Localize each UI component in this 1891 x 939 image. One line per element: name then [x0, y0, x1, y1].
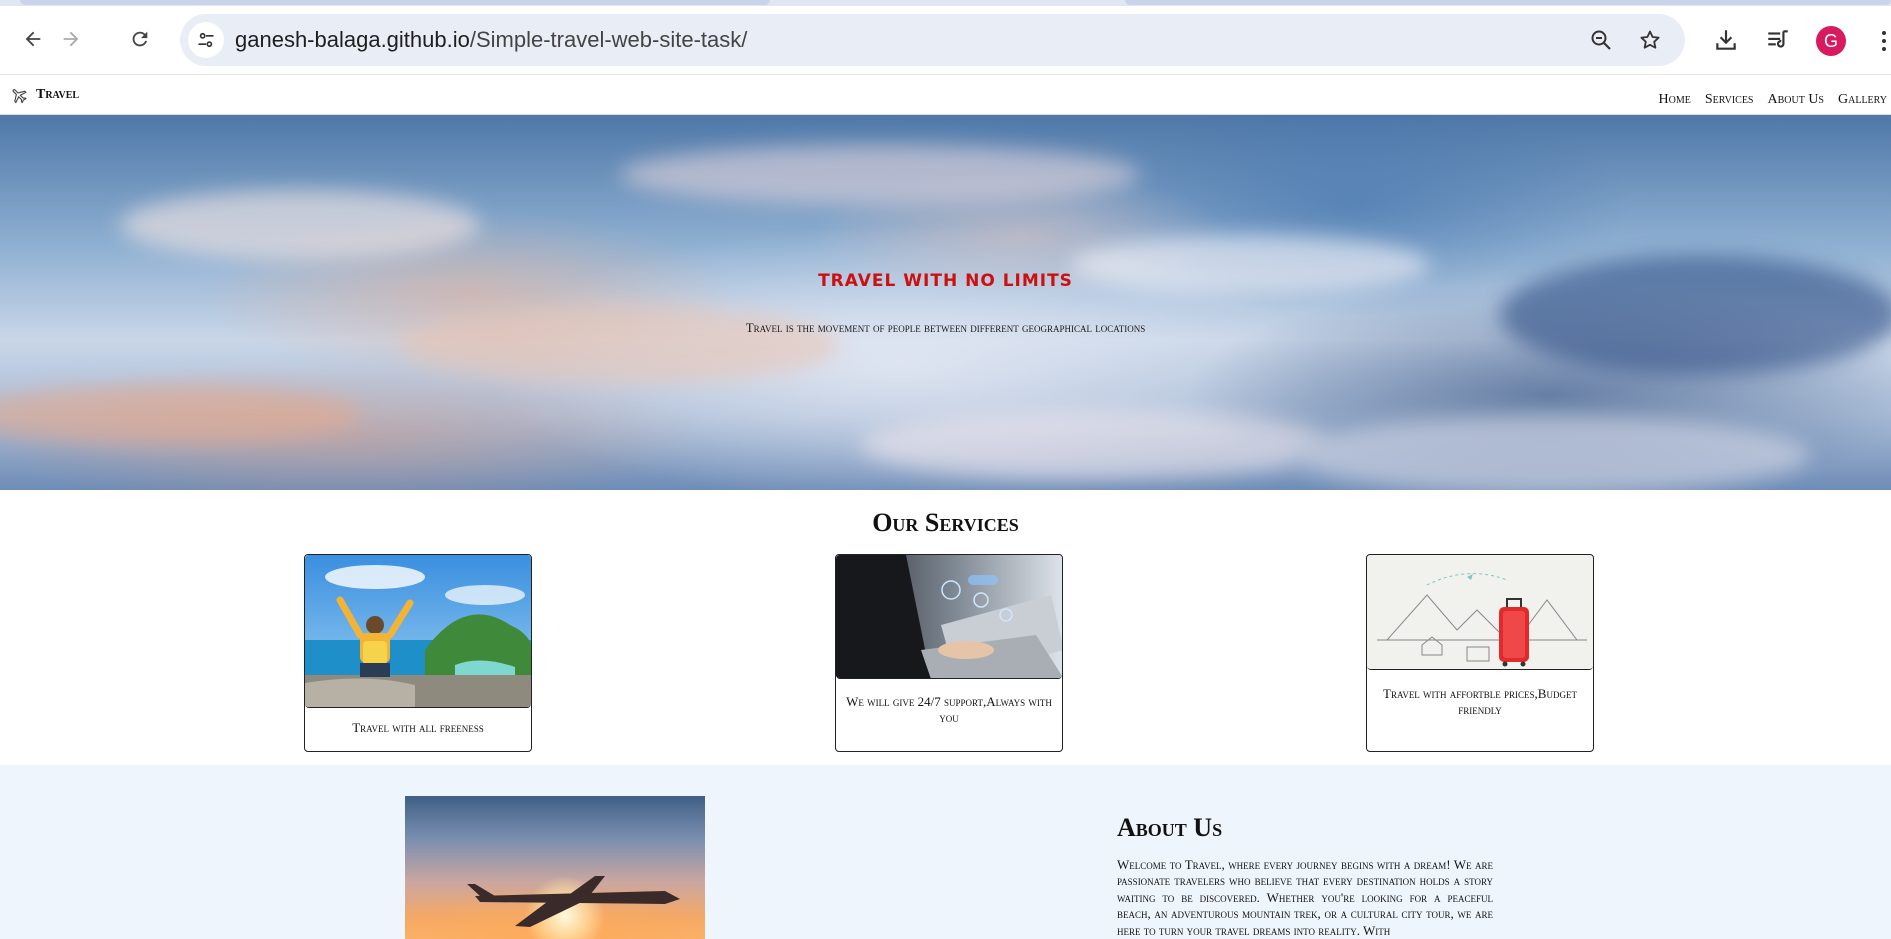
zoom-out-icon: [1591, 30, 1611, 50]
arrow-left-icon: [25, 31, 41, 47]
service-card-text: Travel with all freeness: [352, 720, 484, 735]
service-card-text: Travel with affortble prices,Budget frie…: [1383, 686, 1577, 717]
airplane-sunset-image: [405, 796, 705, 939]
service-card: Travel with all freeness: [304, 554, 532, 752]
url-text[interactable]: ganesh-balaga.github.io/Simple-travel-we…: [235, 27, 747, 53]
zoom-button[interactable]: [1587, 26, 1615, 54]
downloads-button[interactable]: [1711, 25, 1741, 55]
about-title: About Us: [1117, 813, 1223, 842]
nav-link-services[interactable]: Services: [1705, 92, 1754, 108]
browser-tab[interactable]: [1125, 0, 1891, 5]
media-control-button[interactable]: [1763, 25, 1793, 55]
about-section: About Us Welcome to Travel, where every …: [0, 765, 1891, 939]
nav-link-about-us[interactable]: About Us: [1767, 92, 1824, 108]
browser-toolbar: ganesh-balaga.github.io/Simple-travel-we…: [0, 6, 1891, 75]
suitcase-sketch-image: [1367, 555, 1593, 670]
site-navbar: Travel Home Services About Us Gallery: [0, 76, 1891, 115]
download-icon: [1716, 30, 1736, 50]
airplane-icon: [12, 89, 27, 104]
url-domain: ganesh-balaga.github.io: [235, 27, 470, 52]
site-info-button[interactable]: [188, 22, 224, 58]
nav-link-gallery[interactable]: Gallery: [1838, 92, 1887, 108]
brand-name: Travel: [36, 87, 80, 102]
about-text: Welcome to Travel, where every journey b…: [1117, 857, 1493, 938]
services-section: Our Services Travel with all freeness We…: [0, 490, 1891, 765]
hero-title: Travel with no limits: [818, 271, 1073, 291]
tune-icon: [198, 32, 214, 48]
back-button[interactable]: [17, 23, 49, 55]
service-card: Travel with affortble prices,Budget frie…: [1366, 554, 1594, 752]
laptop-support-image: [836, 555, 1062, 679]
services-title: Our Services: [872, 508, 1019, 537]
profile-avatar[interactable]: G: [1816, 26, 1846, 56]
forward-button[interactable]: [55, 23, 87, 55]
reload-icon: [132, 31, 148, 47]
address-bar[interactable]: ganesh-balaga.github.io/Simple-travel-we…: [180, 14, 1685, 66]
sky-clouds-image: [0, 145, 1891, 490]
bookmark-button[interactable]: [1636, 26, 1664, 54]
arrow-right-icon: [63, 31, 79, 47]
url-path: /Simple-travel-web-site-task/: [469, 27, 748, 52]
nav-link-home[interactable]: Home: [1658, 92, 1690, 108]
service-card: We will give 24/7 support,Always with yo…: [835, 554, 1063, 752]
hero-subtitle: Travel is the movement of people between…: [745, 320, 1146, 335]
reload-button[interactable]: [124, 23, 156, 55]
traveler-island-image: [305, 555, 531, 708]
brand[interactable]: Travel: [10, 86, 79, 104]
nav-links: Home Services About Us Gallery: [1658, 92, 1887, 108]
hero-banner: Travel with no limits Travel is the move…: [0, 115, 1891, 490]
service-card-text: We will give 24/7 support,Always with yo…: [846, 694, 1052, 725]
more-menu-icon[interactable]: [1876, 28, 1891, 54]
browser-tab[interactable]: [20, 0, 770, 5]
star-icon: [1640, 30, 1660, 49]
playlist-music-icon: [1768, 30, 1788, 48]
